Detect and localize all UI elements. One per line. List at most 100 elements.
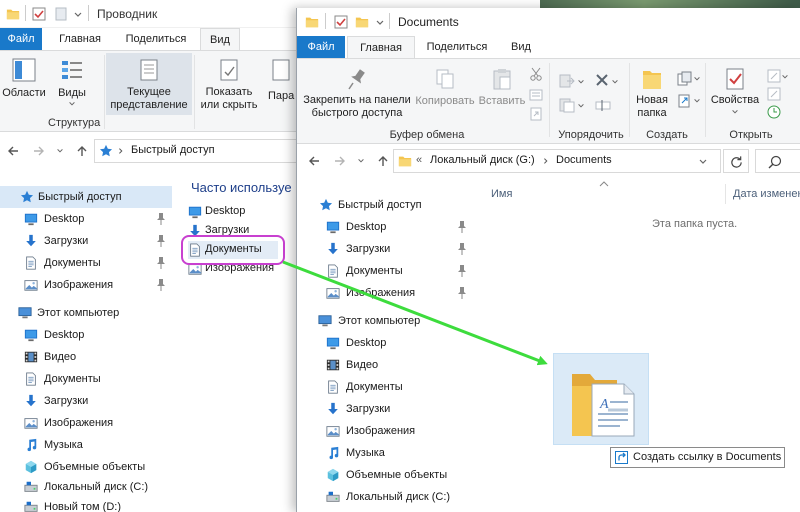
structure-group-label: Структура bbox=[48, 117, 101, 129]
nav-quick-downloads[interactable]: Загрузки bbox=[297, 238, 473, 260]
chevron-down-icon[interactable] bbox=[693, 97, 701, 105]
nav-pc-desktop[interactable]: Desktop bbox=[0, 324, 172, 346]
nav-this-pc[interactable]: Этот компьютер bbox=[297, 310, 473, 332]
search-box[interactable] bbox=[755, 149, 800, 173]
copy-button[interactable]: Копировать bbox=[413, 61, 477, 127]
current-view-label: Текущее представление bbox=[110, 86, 188, 111]
chevron-down-icon[interactable] bbox=[56, 147, 64, 155]
show-hide-button[interactable]: Показать или скрыть bbox=[196, 53, 262, 115]
nav-pc-pictures[interactable]: Изображения bbox=[297, 420, 473, 442]
chevron-down-icon[interactable] bbox=[375, 18, 385, 28]
new-item-icon[interactable] bbox=[677, 71, 693, 87]
nav-quick-access[interactable]: Быстрый доступ bbox=[0, 186, 172, 208]
chevron-down-icon[interactable] bbox=[698, 157, 708, 167]
history-icon[interactable] bbox=[767, 105, 781, 119]
paste-button[interactable]: Вставить bbox=[477, 61, 527, 127]
nav-pc-3d-objects[interactable]: Объемные объекты bbox=[297, 464, 473, 486]
nav-pc-drive-d[interactable]: Новый том (D:) bbox=[0, 496, 172, 512]
tab-file[interactable]: Файл bbox=[0, 28, 42, 50]
nav-pc-documents[interactable]: Документы bbox=[0, 368, 172, 390]
desktop-icon bbox=[24, 212, 38, 226]
new-folder-qat-icon[interactable] bbox=[54, 7, 68, 21]
nav-quick-desktop[interactable]: Desktop bbox=[297, 216, 473, 238]
nav-quick-desktop[interactable]: Desktop bbox=[0, 208, 172, 230]
tab-home[interactable]: Главная bbox=[52, 28, 108, 50]
move-to-icon[interactable] bbox=[559, 73, 575, 89]
delete-icon[interactable] bbox=[595, 73, 609, 87]
nav-this-pc[interactable]: Этот компьютер bbox=[0, 302, 172, 324]
nav-pc-pictures[interactable]: Изображения bbox=[0, 412, 172, 434]
copy-path-icon[interactable] bbox=[529, 89, 543, 101]
pin-to-quick-access-button[interactable]: Закрепить на панели быстрого доступа bbox=[301, 61, 413, 127]
edit-icon[interactable] bbox=[767, 87, 781, 101]
chevron-down-icon[interactable] bbox=[781, 73, 789, 81]
chevron-down-icon[interactable] bbox=[577, 78, 585, 86]
refresh-button[interactable] bbox=[723, 149, 749, 173]
nav-pc-music[interactable]: Музыка bbox=[0, 434, 172, 456]
open-icon[interactable] bbox=[767, 69, 781, 83]
paste-shortcut-icon[interactable] bbox=[529, 107, 543, 121]
back-address-bar[interactable]: Быстрый доступ bbox=[94, 139, 300, 163]
forward-arrow-icon[interactable] bbox=[333, 154, 347, 168]
nav-pc-3d-objects[interactable]: Объемные объекты bbox=[0, 456, 172, 478]
breadcrumb-folder[interactable]: Documents bbox=[556, 154, 612, 166]
up-arrow-icon[interactable] bbox=[75, 144, 89, 158]
nav-pc-music[interactable]: Музыка bbox=[297, 442, 473, 464]
forward-arrow-icon[interactable] bbox=[32, 144, 46, 158]
nav-pc-video[interactable]: Видео bbox=[0, 346, 172, 368]
tab-share[interactable]: Поделиться bbox=[118, 28, 194, 50]
nav-quick-documents[interactable]: Документы bbox=[297, 260, 473, 282]
nav-label: Desktop bbox=[44, 213, 85, 225]
new-folder-button[interactable]: Новая папка bbox=[631, 61, 673, 127]
chevron-down-icon[interactable] bbox=[611, 78, 619, 86]
tab-home[interactable]: Главная bbox=[347, 36, 415, 58]
frequent-item-desktop[interactable]: Desktop bbox=[188, 203, 300, 221]
breadcrumb-drive[interactable]: Локальный диск (G:) bbox=[430, 154, 535, 166]
current-view-button[interactable]: Текущее представление bbox=[106, 53, 192, 115]
nav-pc-documents[interactable]: Документы bbox=[297, 376, 473, 398]
chevron-down-icon[interactable] bbox=[577, 102, 585, 110]
properties-check-icon[interactable] bbox=[32, 7, 46, 21]
nav-pc-downloads[interactable]: Загрузки bbox=[0, 390, 172, 412]
chevron-down-icon bbox=[731, 108, 739, 116]
views-button[interactable]: Виды bbox=[52, 53, 92, 111]
nav-pc-drive-c[interactable]: Локальный диск (C:) bbox=[297, 486, 473, 508]
cut-icon[interactable] bbox=[529, 67, 543, 81]
nav-pc-drive-c[interactable]: Локальный диск (C:) bbox=[0, 476, 172, 498]
front-address-bar[interactable]: « Локальный диск (G:) Documents bbox=[393, 149, 721, 173]
copy-to-icon[interactable] bbox=[559, 97, 575, 113]
tab-view[interactable]: Вид bbox=[503, 36, 539, 58]
chevron-down-icon[interactable] bbox=[73, 10, 83, 20]
tab-file[interactable]: Файл bbox=[297, 36, 345, 58]
params-button[interactable]: Пара bbox=[266, 53, 296, 115]
properties-button[interactable]: Свойства bbox=[707, 61, 763, 127]
nav-label: Музыка bbox=[346, 447, 385, 459]
nav-label: Документы bbox=[44, 373, 101, 385]
tab-view[interactable]: Вид bbox=[200, 28, 240, 50]
easy-access-icon[interactable] bbox=[677, 93, 693, 109]
rename-icon[interactable] bbox=[595, 97, 611, 113]
back-arrow-icon[interactable] bbox=[6, 144, 20, 158]
nav-quick-pictures[interactable]: Изображения bbox=[0, 274, 172, 296]
properties-check-icon[interactable] bbox=[334, 15, 348, 29]
areas-button[interactable]: Области bbox=[0, 53, 48, 111]
nav-quick-documents[interactable]: Документы bbox=[0, 252, 172, 274]
folder-icon[interactable] bbox=[355, 15, 369, 29]
sort-arrow-icon bbox=[599, 181, 609, 187]
column-name[interactable]: Имя bbox=[491, 188, 512, 200]
column-date-modified[interactable]: Дата изменен bbox=[733, 188, 800, 200]
chevron-down-icon[interactable] bbox=[357, 157, 365, 165]
breadcrumb-overflow[interactable]: « bbox=[416, 154, 422, 166]
nav-pc-desktop[interactable]: Desktop bbox=[297, 332, 473, 354]
up-arrow-icon[interactable] bbox=[376, 154, 390, 168]
show-hide-label: Показать или скрыть bbox=[200, 86, 258, 111]
chevron-down-icon[interactable] bbox=[693, 75, 701, 83]
nav-pc-video[interactable]: Видео bbox=[297, 354, 473, 376]
tab-share[interactable]: Поделиться bbox=[419, 36, 495, 58]
back-arrow-icon[interactable] bbox=[307, 154, 321, 168]
nav-quick-pictures[interactable]: Изображения bbox=[297, 282, 473, 304]
nav-quick-downloads[interactable]: Загрузки bbox=[0, 230, 172, 252]
nav-pc-downloads[interactable]: Загрузки bbox=[297, 398, 473, 420]
nav-label: Desktop bbox=[44, 329, 85, 341]
nav-quick-access[interactable]: Быстрый доступ bbox=[297, 194, 473, 216]
